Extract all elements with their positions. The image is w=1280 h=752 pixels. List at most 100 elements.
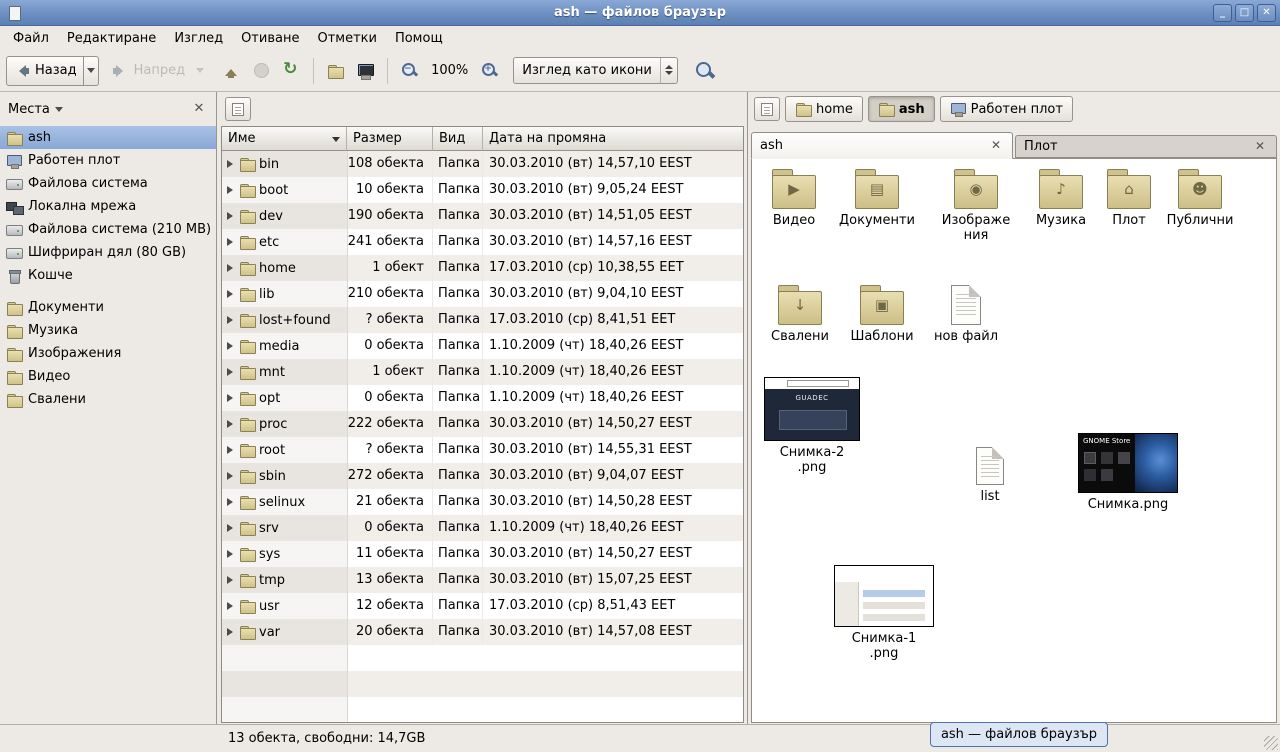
expander-icon[interactable] (226, 550, 235, 559)
maximize-button[interactable] (1235, 4, 1254, 22)
back-history-dropdown[interactable] (83, 56, 99, 86)
stop-button[interactable] (247, 56, 276, 86)
sidebar-item[interactable]: Кошче (0, 264, 216, 287)
icon-view-file-new[interactable]: нов файл (926, 285, 1006, 345)
zoom-in-button[interactable]: + (474, 56, 505, 86)
table-row[interactable]: lib 210 обекта Папка 30.03.2010 (вт) 9,0… (222, 281, 743, 307)
menu-item[interactable]: Помощ (386, 28, 452, 49)
menu-item[interactable]: Редактиране (58, 28, 165, 49)
table-row[interactable]: media 0 обекта Папка 1.10.2009 (чт) 18,4… (222, 333, 743, 359)
computer-button[interactable] (350, 56, 381, 86)
expander-icon[interactable] (226, 472, 235, 481)
tab-ash[interactable]: ash (751, 132, 1013, 159)
search-button[interactable] (688, 56, 722, 86)
icon-view-folder[interactable]: ☻ Публични (1160, 169, 1240, 229)
pane-location-button[interactable] (225, 97, 251, 121)
menu-item[interactable]: Отиване (232, 28, 308, 49)
taskbar-window-button[interactable]: ash — файлов браузър (930, 722, 1108, 747)
expander-icon[interactable] (226, 498, 235, 507)
expander-icon[interactable] (226, 524, 235, 533)
forward-history-dropdown[interactable] (192, 56, 208, 86)
icon-view-image-snimka1[interactable]: Снимка-1.png (832, 565, 936, 662)
menu-item[interactable]: Файл (4, 28, 58, 49)
menu-item[interactable]: Отметки (308, 28, 385, 49)
column-header-modified[interactable]: Дата на промяна (483, 127, 743, 151)
expander-icon[interactable] (226, 342, 235, 351)
path-button-desktop[interactable]: Работен плот (940, 96, 1073, 122)
icon-view-folder[interactable]: ◉ Изображения (933, 169, 1019, 244)
zoom-out-button[interactable]: − (394, 56, 425, 86)
forward-button[interactable]: Напред (105, 56, 192, 86)
table-row[interactable]: srv 0 обекта Папка 1.10.2009 (чт) 18,40,… (222, 515, 743, 541)
expander-icon[interactable] (226, 576, 235, 585)
path-button-ash[interactable]: ash (868, 96, 935, 122)
expander-icon[interactable] (226, 420, 235, 429)
close-button[interactable] (1257, 4, 1276, 22)
column-header-name[interactable]: Име (222, 127, 347, 151)
icon-view-folder[interactable]: ⌂ Плот (1089, 169, 1169, 229)
expander-icon[interactable] (226, 446, 235, 455)
minimize-button[interactable] (1213, 4, 1232, 22)
titlebar[interactable]: ash — файлов браузър (0, 0, 1280, 26)
close-tab-icon[interactable] (1252, 139, 1268, 155)
table-row[interactable]: proc 222 обекта Папка 30.03.2010 (вт) 14… (222, 411, 743, 437)
sidebar-item[interactable]: Музика (0, 319, 216, 342)
icon-view-file-list[interactable]: list (952, 447, 1028, 505)
sidebar-close-button[interactable] (190, 100, 208, 118)
table-row[interactable]: dev 190 обекта Папка 30.03.2010 (вт) 14,… (222, 203, 743, 229)
sidebar-item[interactable]: Документи (0, 296, 216, 319)
table-row[interactable]: sys 11 обекта Папка 30.03.2010 (вт) 14,5… (222, 541, 743, 567)
icon-view-image-snimka2[interactable]: GUADEC Снимка-2.png (762, 377, 862, 476)
table-row[interactable]: lost+found ? обекта Папка 17.03.2010 (ср… (222, 307, 743, 333)
table-row[interactable]: mnt 1 обект Папка 1.10.2009 (чт) 18,40,2… (222, 359, 743, 385)
expander-icon[interactable] (226, 212, 235, 221)
path-button-home[interactable]: home (785, 96, 863, 122)
table-row[interactable]: bin 108 обекта Папка 30.03.2010 (вт) 14,… (222, 151, 743, 177)
table-row[interactable]: etc 241 обекта Папка 30.03.2010 (вт) 14,… (222, 229, 743, 255)
sidebar-item[interactable] (0, 287, 216, 296)
table-row[interactable]: selinux 21 обекта Папка 30.03.2010 (вт) … (222, 489, 743, 515)
sidebar-item[interactable]: Шифриран дял (80 GB) (0, 241, 216, 264)
menu-item[interactable]: Изглед (165, 28, 232, 49)
sidebar-item[interactable]: Работен плот (0, 149, 216, 172)
table-row[interactable]: tmp 13 обекта Папка 30.03.2010 (вт) 15,0… (222, 567, 743, 593)
sidebar-title[interactable]: Места (8, 102, 50, 117)
expander-icon[interactable] (226, 290, 235, 299)
sidebar-item[interactable]: Файлова система (0, 172, 216, 195)
expander-icon[interactable] (226, 160, 235, 169)
sidebar-item[interactable]: Файлова система (210 MB) (0, 218, 216, 241)
expander-icon[interactable] (226, 238, 235, 247)
icon-view-folder[interactable]: ▤ Документи (837, 169, 917, 229)
pane-location-button[interactable] (754, 97, 780, 121)
expander-icon[interactable] (226, 602, 235, 611)
reload-button[interactable] (276, 56, 307, 86)
icon-view-folder[interactable]: ▣ Шаблони (842, 285, 922, 345)
view-mode-select[interactable]: Изглед като икони (513, 57, 678, 84)
icon-view-folder[interactable]: ↓ Свалени (760, 285, 840, 345)
expander-icon[interactable] (226, 264, 235, 273)
table-row[interactable]: home 1 обект Папка 17.03.2010 (ср) 10,38… (222, 255, 743, 281)
icon-view-image-snimka[interactable]: GNOME Store Снимка.png (1076, 433, 1180, 513)
expander-icon[interactable] (226, 368, 235, 377)
table-row[interactable]: sbin 272 обекта Папка 30.03.2010 (вт) 9,… (222, 463, 743, 489)
up-button[interactable] (216, 56, 247, 86)
column-header-size[interactable]: Размер (347, 127, 433, 151)
table-row[interactable]: var 20 обекта Папка 30.03.2010 (вт) 14,5… (222, 619, 743, 645)
home-button[interactable] (320, 56, 350, 86)
table-row[interactable]: boot 10 обекта Папка 30.03.2010 (вт) 9,0… (222, 177, 743, 203)
expander-icon[interactable] (226, 316, 235, 325)
sidebar-item[interactable]: ash (0, 126, 216, 149)
icon-view-folder[interactable]: ▶ Видео (754, 169, 834, 229)
expander-icon[interactable] (226, 186, 235, 195)
back-button[interactable]: Назад (6, 56, 84, 86)
table-row[interactable]: opt 0 обекта Папка 1.10.2009 (чт) 18,40,… (222, 385, 743, 411)
expander-icon[interactable] (226, 394, 235, 403)
sidebar-item[interactable]: Локална мрежа (0, 195, 216, 218)
expander-icon[interactable] (226, 628, 235, 637)
table-row[interactable]: usr 12 обекта Папка 17.03.2010 (ср) 8,51… (222, 593, 743, 619)
tab-plot[interactable]: Плот (1015, 135, 1277, 158)
close-tab-icon[interactable] (988, 138, 1004, 154)
sidebar-item[interactable]: Изображения (0, 342, 216, 365)
resize-grip[interactable] (1264, 736, 1278, 750)
icon-view[interactable]: ▶ Видео ▤ Документи (751, 158, 1277, 723)
